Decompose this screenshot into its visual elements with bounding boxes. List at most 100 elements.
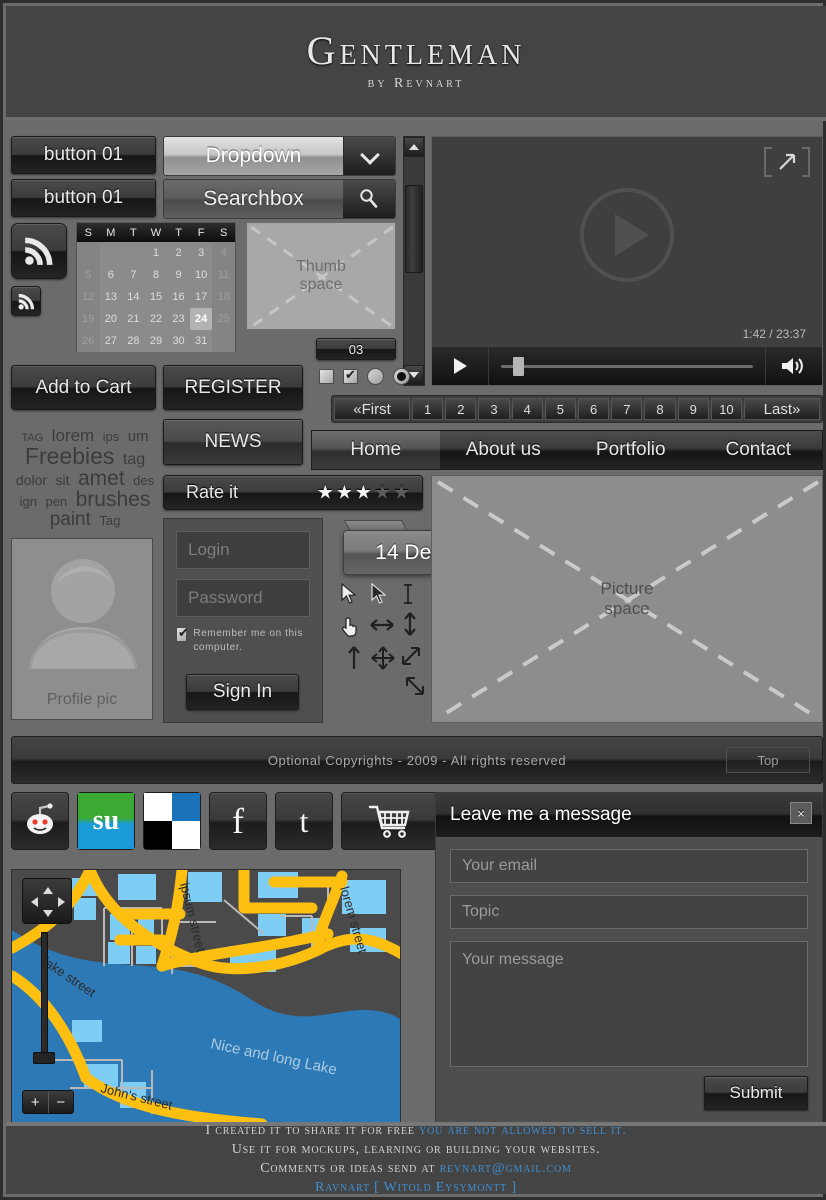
tag-cloud-item[interactable]: Freebies <box>25 443 114 469</box>
calendar-day[interactable]: 1 <box>145 242 168 264</box>
tag-cloud-item[interactable]: ign <box>20 494 37 509</box>
button-01-a[interactable]: button 01 <box>11 136 156 174</box>
rating-stars[interactable]: ★ ★ ★ ★ ★ <box>317 481 410 504</box>
radio-selected[interactable] <box>393 368 410 385</box>
calendar-day[interactable]: 5 <box>77 264 100 286</box>
map-zoom-buttons[interactable]: + − <box>22 1090 74 1114</box>
submit-button[interactable]: Submit <box>704 1076 808 1110</box>
rss-icon[interactable] <box>11 223 67 279</box>
magnifier-icon[interactable] <box>343 180 395 218</box>
calendar-days[interactable]: 1 2 3 4 5 6 7 8 9 10 11 12 13 14 15 16 17 18 19 20 21 22 23 24 2… <box>77 242 235 352</box>
pagination-page[interactable]: 4 <box>511 398 543 420</box>
video-seek-bar[interactable] <box>488 347 766 385</box>
main-nav[interactable]: Home About us Portfolio Contact <box>311 430 823 470</box>
rating-star[interactable]: ★ <box>355 481 372 504</box>
nav-item-contact[interactable]: Contact <box>695 439 823 461</box>
tag-cloud-item[interactable]: amet <box>78 467 125 490</box>
calendar-day[interactable]: 23 <box>167 308 190 330</box>
rating-star[interactable]: ★ <box>317 481 334 504</box>
nav-item-portfolio[interactable]: Portfolio <box>567 439 695 461</box>
calendar-day[interactable]: 30 <box>167 330 190 352</box>
topic-field[interactable]: Topic <box>450 895 808 929</box>
calendar-day[interactable]: 25 <box>212 308 235 330</box>
tag-cloud-item[interactable]: Tag <box>99 513 120 528</box>
tag-cloud-item[interactable]: brushes <box>76 488 151 511</box>
facebook-icon[interactable]: f <box>209 792 267 850</box>
calendar-day[interactable]: 14 <box>122 286 145 308</box>
calendar-day[interactable]: 10 <box>190 264 213 286</box>
remember-me-checkbox[interactable] <box>176 625 189 642</box>
message-field[interactable]: Your message <box>450 941 808 1067</box>
close-icon[interactable]: × <box>790 802 812 824</box>
calendar-day[interactable]: 16 <box>167 286 190 308</box>
calendar-day[interactable]: 21 <box>122 308 145 330</box>
tag-cloud-item[interactable]: paint <box>50 509 91 530</box>
calendar-day[interactable]: 22 <box>145 308 168 330</box>
tag-cloud-item[interactable]: um <box>128 428 149 445</box>
pagination[interactable]: «First 1 2 3 4 5 6 7 8 9 10 Last» <box>331 395 823 423</box>
dropdown[interactable]: Dropdown <box>163 136 396 176</box>
triangle-up-icon[interactable] <box>404 137 424 157</box>
play-icon[interactable] <box>432 355 488 377</box>
map-zoom-track[interactable] <box>41 932 48 1062</box>
top-button[interactable]: Top <box>726 747 810 773</box>
news-button[interactable]: NEWS <box>163 419 303 465</box>
footer-email-link[interactable]: revnart@gmail.com <box>440 1161 572 1176</box>
pagination-page[interactable]: 9 <box>677 398 709 420</box>
pagination-page[interactable]: 10 <box>710 398 743 420</box>
calendar-day[interactable]: 9 <box>167 264 190 286</box>
stumbleupon-icon[interactable]: su <box>77 792 135 850</box>
calendar-day[interactable]: 3 <box>190 242 213 264</box>
vertical-scrollbar[interactable] <box>403 136 425 386</box>
email-field[interactable]: Your email <box>450 849 808 883</box>
calendar-day[interactable]: 4 <box>212 242 235 264</box>
calendar-day[interactable]: 8 <box>145 264 168 286</box>
password-input[interactable]: Password <box>176 579 310 617</box>
calendar-day[interactable]: 20 <box>100 308 123 330</box>
tag-cloud-item[interactable]: pen <box>45 494 67 509</box>
rating-star[interactable]: ★ <box>393 481 410 504</box>
video-seek-handle[interactable] <box>513 356 524 376</box>
map-zoom-in-button[interactable]: + <box>23 1091 49 1113</box>
checkbox-checked[interactable] <box>343 367 358 384</box>
calendar-day[interactable]: 13 <box>100 286 123 308</box>
tag-cloud-item[interactable]: tag <box>123 451 145 468</box>
calendar-day[interactable]: 29 <box>145 330 168 352</box>
twitter-icon[interactable]: t <box>275 792 333 850</box>
pagination-page[interactable]: 8 <box>644 398 676 420</box>
nav-item-about-us[interactable]: About us <box>440 439 568 461</box>
pagination-page[interactable]: 7 <box>611 398 643 420</box>
checkbox-unchecked[interactable] <box>319 369 334 384</box>
sign-in-button[interactable]: Sign In <box>186 674 299 710</box>
chevron-down-icon[interactable] <box>343 137 395 175</box>
rss-icon-small[interactable] <box>11 286 41 316</box>
calendar-day[interactable]: 18 <box>212 286 235 308</box>
tag-cloud-item[interactable]: sit <box>56 472 70 488</box>
search-input[interactable]: Searchbox <box>164 180 343 218</box>
scrollbar-track[interactable] <box>404 157 424 365</box>
calendar-day[interactable]: 11 <box>212 264 235 286</box>
scrollbar-thumb[interactable] <box>405 185 423 273</box>
map-zoom-out-button[interactable]: − <box>49 1091 74 1113</box>
play-overlay-icon[interactable] <box>580 187 674 282</box>
pagination-page[interactable]: 1 <box>412 398 444 420</box>
calendar-day[interactable]: 12 <box>77 286 100 308</box>
tag-cloud[interactable]: TAG lorem ips um Freebies tag dolor sit … <box>11 423 159 529</box>
reddit-icon[interactable] <box>11 792 69 850</box>
tag-cloud-item[interactable]: ips <box>103 429 120 444</box>
radio-unselected[interactable] <box>367 368 384 385</box>
tag-cloud-item[interactable]: dolor <box>16 472 47 488</box>
map-widget[interactable]: John's street lake street ipsum street l… <box>11 869 401 1123</box>
volume-icon[interactable] <box>766 354 822 378</box>
add-to-cart-button[interactable]: Add to Cart <box>11 365 156 410</box>
rate-it-bar[interactable]: Rate it ★ ★ ★ ★ ★ <box>163 475 423 510</box>
calendar-day[interactable]: 7 <box>122 264 145 286</box>
rating-star[interactable]: ★ <box>336 481 353 504</box>
pagination-page[interactable]: 2 <box>445 398 477 420</box>
calendar[interactable]: SMTWTFS 1 2 3 4 5 6 7 8 9 10 11 12 13 14 15 16 17 18 19 20 2… <box>76 222 236 352</box>
map-zoom-thumb[interactable] <box>33 1052 55 1064</box>
pagination-page[interactable]: 5 <box>544 398 577 420</box>
profile-pic[interactable]: Profile pic <box>11 538 153 720</box>
nav-item-home[interactable]: Home <box>312 431 440 469</box>
calendar-day[interactable]: 17 <box>190 286 213 308</box>
